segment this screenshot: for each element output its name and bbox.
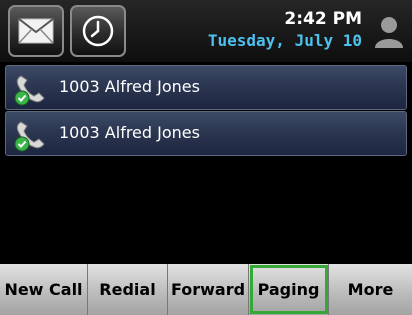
softkey-bar: New Call Redial Forward Paging More bbox=[0, 264, 412, 315]
phone-line-registered-icon bbox=[14, 121, 45, 152]
messages-button[interactable] bbox=[8, 5, 64, 57]
line-key-2[interactable]: 1003 Alfred Jones bbox=[5, 111, 407, 156]
line-label: 1003 Alfred Jones bbox=[59, 123, 200, 142]
clock-time: 2:42 PM bbox=[284, 9, 362, 29]
paging-softkey[interactable]: Paging bbox=[249, 264, 329, 315]
more-softkey[interactable]: More bbox=[329, 264, 412, 315]
clock-date: Tuesday, July 10 bbox=[207, 31, 362, 50]
status-bar: 2:42 PM Tuesday, July 10 bbox=[0, 0, 412, 62]
new-call-softkey[interactable]: New Call bbox=[0, 264, 88, 315]
envelope-icon bbox=[18, 18, 54, 44]
line-label: 1003 Alfred Jones bbox=[59, 77, 200, 96]
phone-line-registered-icon bbox=[14, 75, 45, 106]
forward-softkey[interactable]: Forward bbox=[168, 264, 249, 315]
user-profile-icon[interactable] bbox=[372, 14, 406, 50]
line-key-1[interactable]: 1003 Alfred Jones bbox=[5, 65, 407, 110]
redial-softkey[interactable]: Redial bbox=[88, 264, 168, 315]
clock-button[interactable] bbox=[70, 5, 126, 57]
clock-icon bbox=[82, 15, 114, 47]
